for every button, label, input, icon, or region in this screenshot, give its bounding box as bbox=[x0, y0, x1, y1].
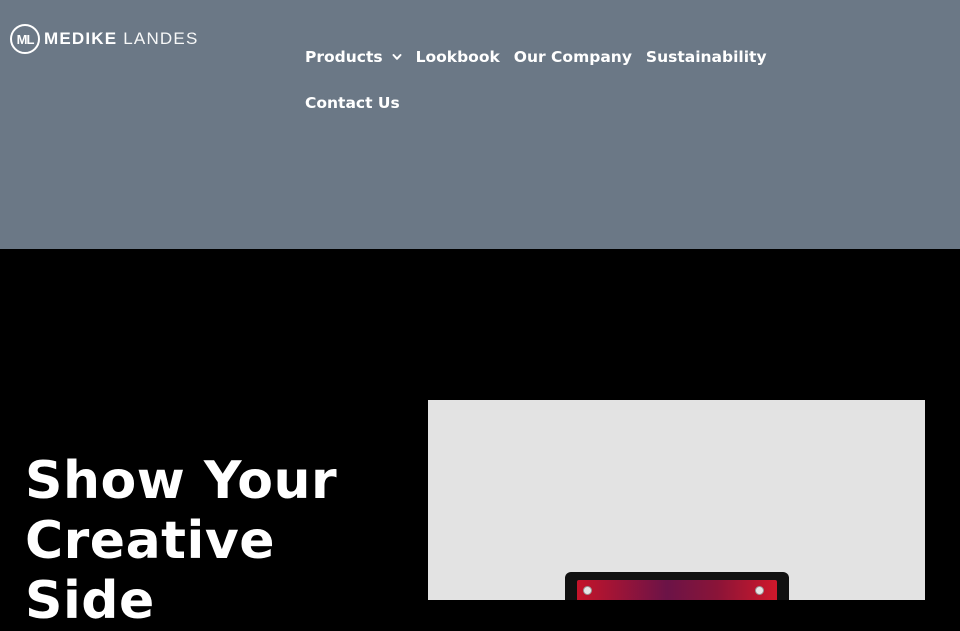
brand-logo[interactable]: ML MEDIKE LANDES bbox=[10, 24, 199, 54]
product-photo bbox=[565, 572, 789, 600]
nav-item-sustainability[interactable]: Sustainability bbox=[646, 34, 767, 80]
hero-title: Show Your Creative Side bbox=[25, 451, 338, 631]
logo-wordmark: MEDIKE LANDES bbox=[44, 29, 199, 49]
nav-item-label: Contact Us bbox=[305, 94, 400, 112]
nav-item-label: Sustainability bbox=[645, 48, 767, 66]
nav-item-contact-us[interactable]: Contact Us bbox=[305, 80, 400, 126]
logo-mark: ML bbox=[10, 24, 40, 54]
nav-item-lookbook[interactable]: Lookbook bbox=[416, 34, 500, 80]
hero-product-image bbox=[428, 400, 925, 600]
product-rivet bbox=[583, 586, 592, 595]
main-nav: Products Lookbook Our Company Sustainabi… bbox=[305, 34, 775, 126]
product-panel bbox=[577, 580, 777, 600]
hero-section: Show Your Creative Side bbox=[0, 249, 960, 631]
nav-item-label: Lookbook bbox=[415, 48, 500, 66]
nav-item-products[interactable]: Products bbox=[305, 34, 402, 80]
chevron-down-icon bbox=[392, 54, 402, 60]
nav-item-label: Products bbox=[305, 48, 383, 66]
nav-item-label: Our Company bbox=[513, 48, 632, 66]
logo-name-bold: MEDIKE bbox=[44, 29, 118, 48]
product-rivet bbox=[755, 586, 764, 595]
nav-item-our-company[interactable]: Our Company bbox=[514, 34, 632, 80]
site-header: ML MEDIKE LANDES Products Lookbook Our C… bbox=[0, 0, 960, 249]
logo-name-light: LANDES bbox=[123, 29, 199, 48]
